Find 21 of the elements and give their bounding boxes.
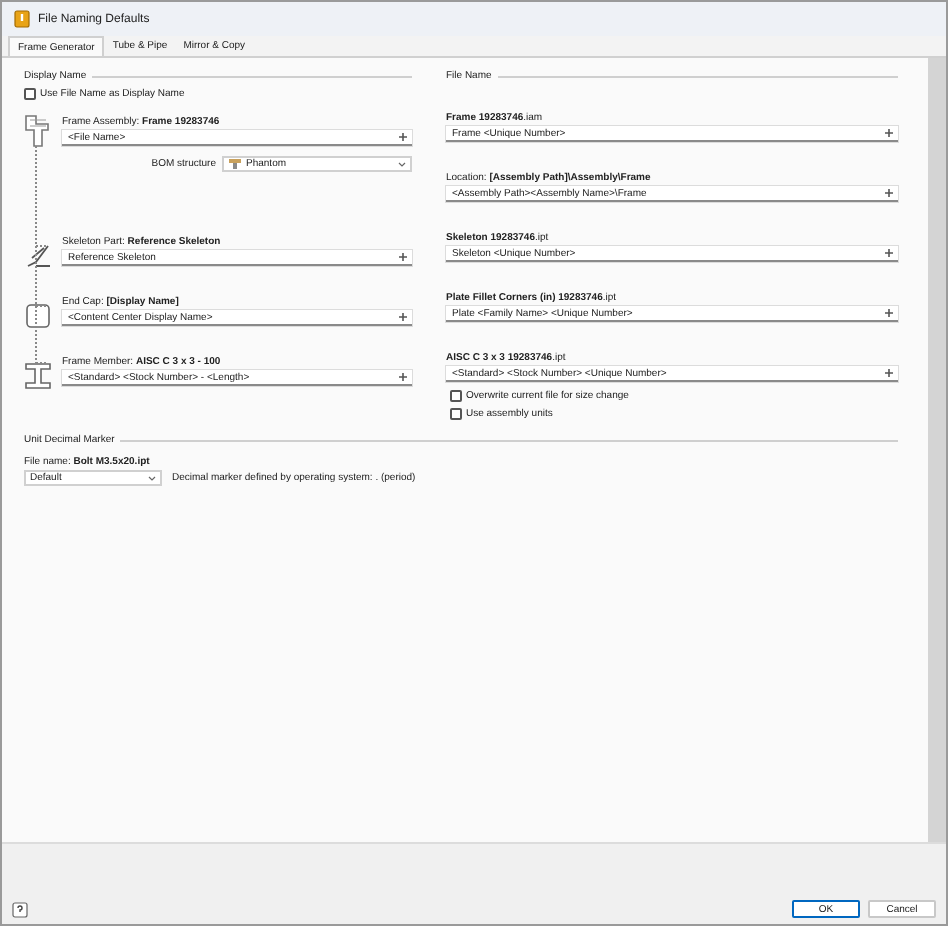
i-beam-icon bbox=[24, 362, 52, 390]
checkbox[interactable] bbox=[450, 390, 462, 402]
app-icon bbox=[14, 10, 30, 28]
add-icon[interactable] bbox=[882, 367, 894, 379]
add-icon[interactable] bbox=[396, 131, 408, 143]
pencil-icon bbox=[24, 242, 52, 270]
square-icon bbox=[24, 302, 52, 330]
help-icon[interactable] bbox=[12, 902, 28, 918]
add-icon[interactable] bbox=[882, 307, 894, 319]
checkbox[interactable] bbox=[24, 88, 36, 100]
add-icon[interactable] bbox=[882, 127, 894, 139]
chevron-down-icon bbox=[148, 475, 156, 481]
assembly-icon bbox=[228, 158, 242, 170]
add-icon[interactable] bbox=[396, 311, 408, 323]
add-icon[interactable] bbox=[882, 247, 894, 259]
checkbox[interactable] bbox=[450, 408, 462, 420]
assembly-icon bbox=[24, 114, 52, 148]
add-icon[interactable] bbox=[396, 251, 408, 263]
chevron-down-icon bbox=[398, 161, 406, 167]
add-icon[interactable] bbox=[882, 187, 894, 199]
add-icon[interactable] bbox=[396, 371, 408, 383]
